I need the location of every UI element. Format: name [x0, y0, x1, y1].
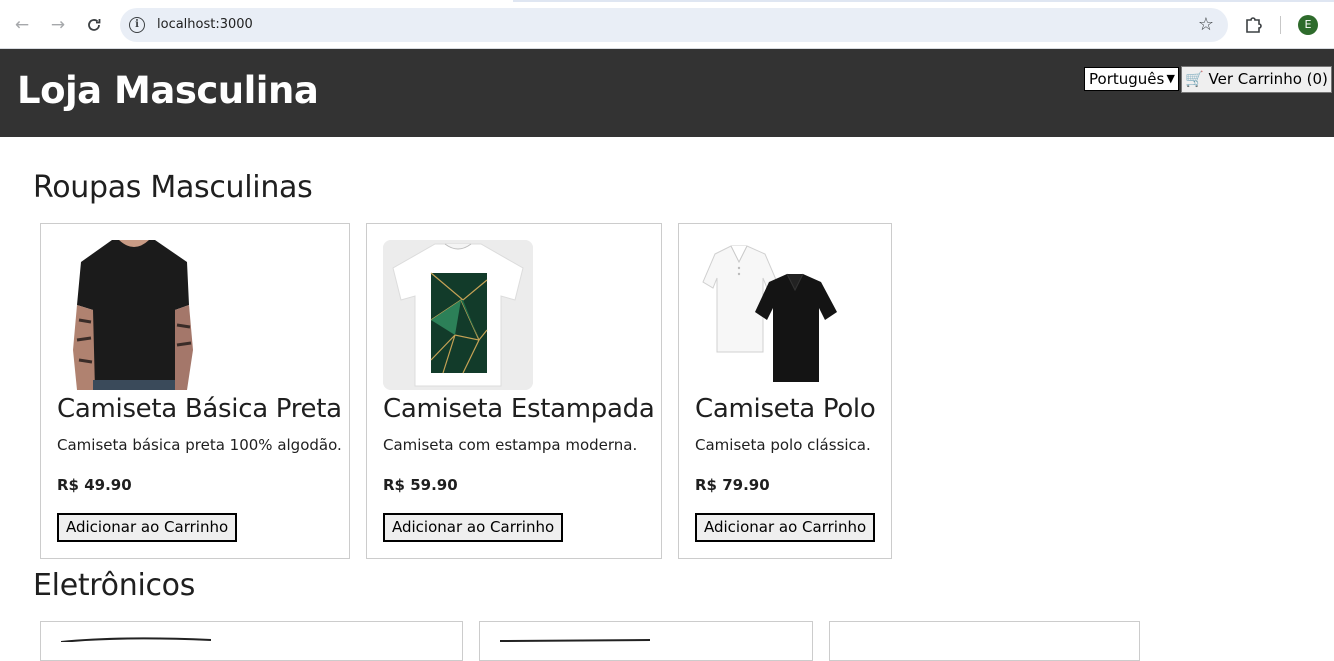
section-title: Roupas Masculinas — [33, 170, 313, 205]
back-arrow-icon[interactable]: ← — [9, 12, 35, 38]
browser-toolbar: ← → i localhost:3000 ☆ E — [0, 0, 1334, 49]
tab-strip — [0, 0, 1334, 2]
active-tab-indicator — [0, 0, 513, 2]
page-title: Loja Masculina — [17, 69, 319, 112]
product-card — [40, 621, 463, 661]
product-image-black-tshirt — [57, 240, 207, 390]
profile-avatar[interactable]: E — [1298, 15, 1318, 35]
product-image-printed-tshirt — [383, 240, 533, 390]
product-card — [479, 621, 813, 661]
add-to-cart-button[interactable]: Adicionar ao Carrinho — [695, 513, 876, 542]
toolbar-divider — [1280, 16, 1281, 34]
product-price: R$ 49.90 — [57, 476, 132, 494]
product-card: Camiseta Básica Preta Camiseta básica pr… — [40, 223, 350, 559]
view-cart-button[interactable]: 🛒 Ver Carrinho (0) — [1181, 66, 1332, 93]
add-to-cart-button[interactable]: Adicionar ao Carrinho — [383, 513, 564, 542]
product-image-partial — [500, 639, 650, 642]
product-card — [829, 621, 1140, 661]
forward-arrow-icon[interactable]: → — [45, 12, 71, 38]
site-header: Loja Masculina Português ▼ 🛒 Ver Carrinh… — [0, 49, 1334, 137]
product-image-partial — [61, 637, 211, 642]
product-name: Camiseta Estampada — [383, 394, 655, 424]
address-bar[interactable]: i localhost:3000 ☆ — [120, 8, 1228, 42]
language-select-value: Português — [1089, 70, 1165, 88]
product-description: Camiseta com estampa moderna. — [383, 436, 638, 454]
product-name: Camiseta Polo — [695, 394, 876, 424]
product-card: Camiseta Polo Camiseta polo clássica. R$… — [678, 223, 892, 559]
site-info-icon[interactable]: i — [129, 17, 145, 33]
product-description: Camiseta polo clássica. — [695, 436, 871, 454]
product-image-polo-shirts — [695, 240, 845, 390]
url-text[interactable]: localhost:3000 — [157, 17, 253, 32]
add-to-cart-button[interactable]: Adicionar ao Carrinho — [57, 513, 238, 542]
reload-icon[interactable] — [81, 12, 107, 38]
language-select[interactable]: Português ▼ — [1084, 67, 1179, 91]
extensions-puzzle-icon[interactable] — [1243, 13, 1265, 35]
bookmark-star-icon[interactable]: ☆ — [1198, 14, 1214, 35]
section-title: Eletrônicos — [33, 568, 196, 603]
product-description: Camiseta básica preta 100% algodão. — [57, 436, 342, 454]
product-card: Camiseta Estampada Camiseta com estampa … — [366, 223, 662, 559]
product-name: Camiseta Básica Preta — [57, 394, 342, 424]
chevron-down-icon: ▼ — [1166, 72, 1175, 85]
product-price: R$ 79.90 — [695, 476, 770, 494]
product-price: R$ 59.90 — [383, 476, 458, 494]
